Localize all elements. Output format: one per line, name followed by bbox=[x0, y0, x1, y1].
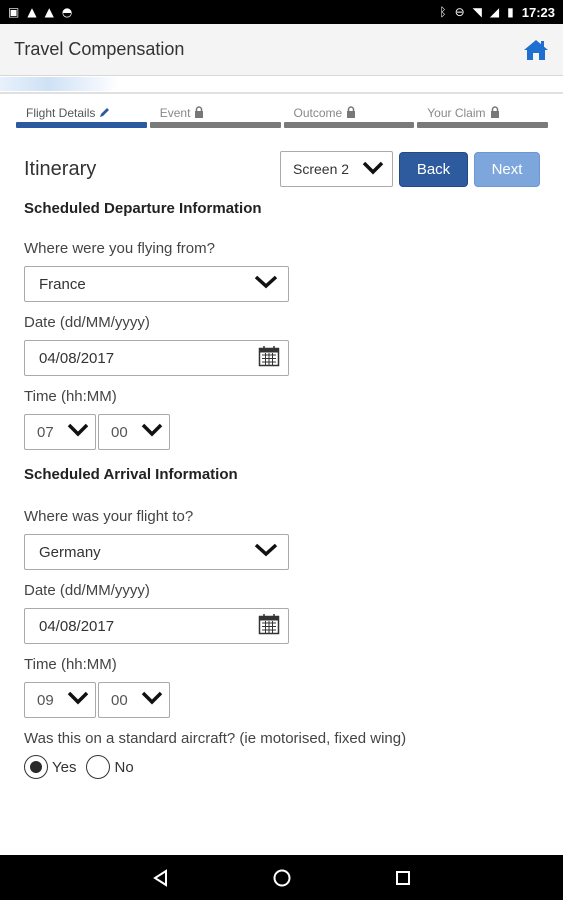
bluetooth-icon: ᛒ bbox=[439, 5, 447, 19]
warning-icon: ▲ bbox=[27, 5, 37, 19]
step-your-claim: Your Claim bbox=[417, 104, 548, 128]
departure-time-label: Time (hh:MM) bbox=[24, 387, 117, 405]
page-title: Itinerary bbox=[24, 157, 97, 180]
warning-icon: ▲ bbox=[44, 5, 54, 19]
home-icon[interactable] bbox=[523, 38, 549, 62]
radio-no[interactable] bbox=[86, 755, 111, 779]
departure-country-select[interactable]: France bbox=[24, 266, 289, 302]
do-not-disturb-icon: ⊖ bbox=[454, 5, 465, 19]
banner-swoosh bbox=[0, 77, 120, 91]
from-label: Where were you flying from? bbox=[24, 239, 215, 257]
back-button[interactable]: Back bbox=[399, 151, 468, 187]
arrival-time-label: Time (hh:MM) bbox=[24, 655, 117, 673]
arrival-minute-select[interactable]: 00 bbox=[98, 682, 170, 718]
step-bar bbox=[417, 122, 548, 128]
to-label: Where was your flight to? bbox=[24, 507, 194, 525]
arrival-date-field[interactable]: 04/08/2017 bbox=[24, 608, 289, 644]
departure-hour-value: 07 bbox=[37, 423, 54, 441]
arrival-date-value: 04/08/2017 bbox=[39, 617, 115, 635]
radio-yes[interactable] bbox=[24, 755, 48, 779]
radio-selected-dot bbox=[30, 761, 42, 773]
lock-icon bbox=[490, 105, 500, 121]
departure-time: 07 00 bbox=[24, 414, 524, 450]
radio-no-label: No bbox=[114, 758, 134, 776]
step-label: Flight Details bbox=[26, 106, 96, 120]
lock-icon bbox=[346, 105, 356, 121]
calendar-icon[interactable] bbox=[258, 345, 280, 371]
step-outcome: Outcome bbox=[283, 104, 415, 128]
departure-date-field[interactable]: 04/08/2017 bbox=[24, 340, 289, 376]
departure-country-value: France bbox=[39, 275, 86, 293]
departure-date-label: Date (dd/MM/yyyy) bbox=[24, 313, 150, 331]
chevron-down-icon bbox=[67, 423, 89, 441]
radio-yes-label: Yes bbox=[52, 758, 77, 776]
back-nav-icon[interactable] bbox=[141, 858, 181, 898]
pencil-icon bbox=[99, 106, 111, 121]
step-label: Your Claim bbox=[427, 106, 486, 120]
wifi-icon: ◥ bbox=[472, 5, 482, 19]
title-row: Itinerary Screen 2 Back Next bbox=[24, 150, 540, 188]
departure-minute-select[interactable]: 00 bbox=[98, 414, 170, 450]
aircraft-radio-group: Yes No bbox=[24, 752, 524, 782]
itinerary-form: Scheduled Departure Information Where we… bbox=[24, 196, 524, 782]
recents-nav-icon[interactable] bbox=[383, 858, 423, 898]
departure-heading: Scheduled Departure Information bbox=[24, 199, 262, 217]
departure-minute-value: 00 bbox=[111, 423, 128, 441]
departure-date-value: 04/08/2017 bbox=[39, 349, 115, 367]
battery-icon: ▮ bbox=[507, 5, 514, 19]
calendar-icon[interactable] bbox=[258, 613, 280, 639]
arrival-country-select[interactable]: Germany bbox=[24, 534, 289, 570]
chevron-down-icon bbox=[67, 691, 89, 709]
arrival-country-value: Germany bbox=[39, 543, 101, 561]
header-banner bbox=[0, 77, 563, 91]
arrival-date-label: Date (dd/MM/yyyy) bbox=[24, 581, 150, 599]
step-bar bbox=[16, 122, 147, 128]
step-flight-details[interactable]: Flight Details bbox=[16, 104, 147, 128]
next-button[interactable]: Next bbox=[474, 151, 540, 187]
signal-icon: ◢ bbox=[489, 5, 500, 19]
chevron-down-icon bbox=[254, 275, 278, 293]
step-bar bbox=[283, 122, 415, 128]
step-label: Outcome bbox=[293, 106, 343, 120]
step-bar bbox=[149, 122, 281, 128]
step-event: Event bbox=[149, 104, 281, 128]
banner-divider bbox=[0, 92, 563, 94]
app-title: Travel Compensation bbox=[14, 39, 185, 59]
lock-icon bbox=[194, 105, 204, 121]
image-icon: ▣ bbox=[8, 5, 20, 19]
chevron-down-icon bbox=[141, 691, 163, 709]
system-nav-bar bbox=[0, 855, 563, 900]
screen-select-value: Screen 2 bbox=[293, 161, 350, 177]
status-right: ᛒ ⊖ ◥ ◢ ▮ 17:23 bbox=[439, 5, 555, 20]
progress-steps: Flight Details Event Outcome Your Claim bbox=[16, 104, 548, 128]
departure-hour-select[interactable]: 07 bbox=[24, 414, 96, 450]
arrival-heading: Scheduled Arrival Information bbox=[24, 465, 238, 483]
android-icon: ◓ bbox=[61, 5, 73, 19]
status-time: 17:23 bbox=[521, 4, 555, 20]
home-nav-icon[interactable] bbox=[262, 858, 302, 898]
chevron-down-icon bbox=[141, 423, 163, 441]
arrival-hour-value: 09 bbox=[37, 691, 54, 709]
aircraft-question: Was this on a standard aircraft? (ie mot… bbox=[24, 729, 407, 747]
status-bar: ▣ ▲ ▲ ◓ ᛒ ⊖ ◥ ◢ ▮ 17:23 bbox=[0, 0, 563, 24]
app-header: Travel Compensation bbox=[0, 24, 563, 76]
step-label: Event bbox=[159, 106, 191, 120]
status-left: ▣ ▲ ▲ ◓ bbox=[8, 6, 72, 18]
chevron-down-icon bbox=[254, 543, 278, 561]
arrival-minute-value: 00 bbox=[111, 691, 128, 709]
arrival-time: 09 00 bbox=[24, 682, 524, 718]
chevron-down-icon bbox=[362, 161, 384, 178]
arrival-hour-select[interactable]: 09 bbox=[24, 682, 96, 718]
screen-select[interactable]: Screen 2 bbox=[280, 151, 393, 187]
